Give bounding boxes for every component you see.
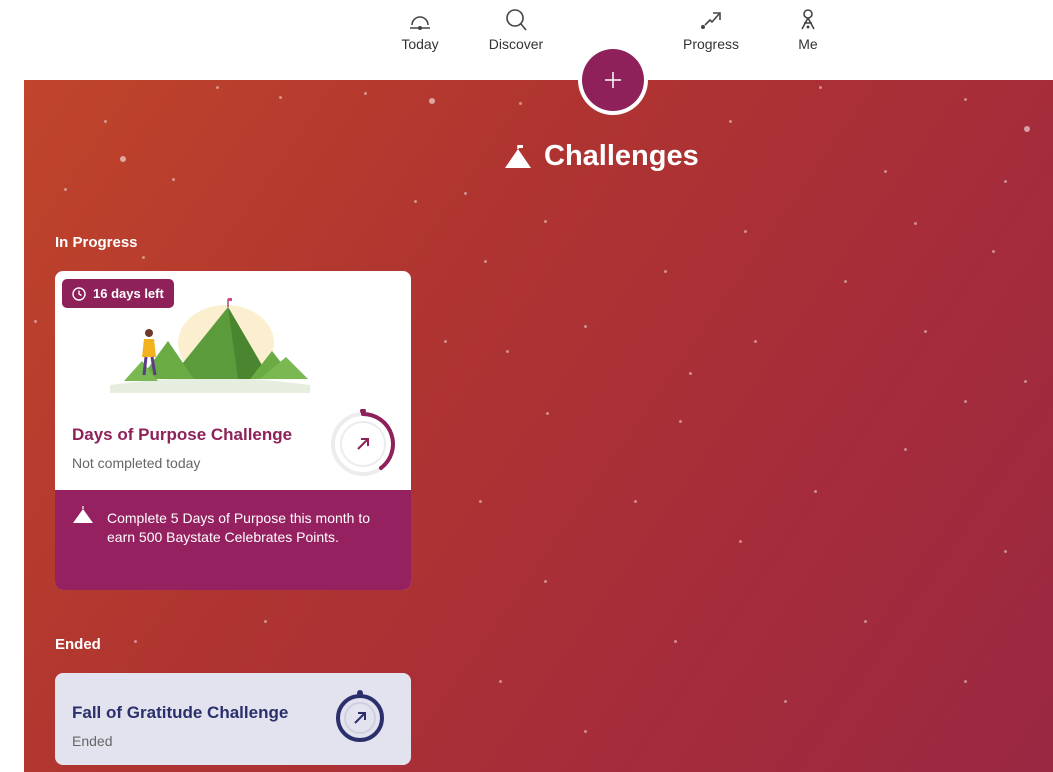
star-dot [784,700,787,703]
challenge-status: Ended [72,733,113,749]
challenge-description: Complete 5 Days of Purpose this month to… [107,510,371,545]
star-dot [546,412,549,415]
mountain-flag-icon [505,144,531,168]
star-dot [1024,380,1027,383]
star-dot [134,640,137,643]
star-dot [679,420,682,423]
nav-label-discover: Discover [488,36,544,52]
nav-item-progress[interactable]: Progress [674,8,748,52]
star-dot [992,250,995,253]
star-dot [429,98,435,104]
nav-item-me[interactable]: Me [786,8,830,52]
star-dot [1024,126,1030,132]
star-dot [754,340,757,343]
trend-arrow-icon [701,12,721,29]
star-dot [964,680,967,683]
section-label-in-progress: In Progress [55,234,138,251]
star-dot [414,200,417,203]
person-icon [801,9,815,30]
page-title: Challenges [504,140,699,173]
star-dot [814,490,817,493]
star-dot [844,280,847,283]
star-dot [104,120,107,123]
star-dot [1004,550,1007,553]
mountain-flag-icon [73,506,93,523]
challenges-panel: Challenges In Progress 16 days left Days… [24,80,1053,772]
add-button-circle [582,49,644,111]
star-dot [904,448,907,451]
mountain-illustration [110,298,310,393]
section-label-ended: Ended [55,636,101,653]
star-dot [142,256,145,259]
star-dot [664,270,667,273]
top-navigation: Today Discover Progress Me [0,0,1053,80]
star-dot [499,680,502,683]
star-dot [544,220,547,223]
sunrise-icon [410,16,430,30]
star-dot [914,222,917,225]
star-dot [964,98,967,101]
star-dot [444,340,447,343]
challenge-description-panel: Complete 5 Days of Purpose this month to… [55,490,411,590]
star-dot [464,192,467,195]
star-dot [744,230,747,233]
star-dot [729,120,732,123]
star-dot [884,170,887,173]
page-title-text: Challenges [544,140,699,172]
add-button[interactable] [578,45,648,115]
clock-icon [72,286,86,301]
star-dot [216,86,219,89]
star-dot [1004,180,1007,183]
nav-label-progress: Progress [682,36,740,52]
plus-icon [605,72,621,88]
challenge-card-days-of-purpose[interactable]: 16 days left Days of Purpose Challenge N… [55,271,411,590]
star-dot [819,86,822,89]
star-dot [864,620,867,623]
star-dot [924,330,927,333]
challenge-title: Fall of Gratitude Challenge [72,703,289,722]
nav-label-today: Today [401,36,439,52]
star-dot [584,730,587,733]
progress-ring-icon [331,409,395,476]
star-dot [264,620,267,623]
star-dot [964,400,967,403]
star-dot [739,540,742,543]
star-dot [479,500,482,503]
star-dot [484,260,487,263]
star-dot [506,350,509,353]
star-dot [64,188,67,191]
challenge-title: Days of Purpose Challenge [72,425,293,444]
ended-ring-icon [336,690,384,742]
star-dot [519,102,522,105]
star-dot [634,500,637,503]
nav-label-me: Me [798,36,818,52]
challenge-status: Not completed today [72,455,201,471]
search-icon [506,9,527,31]
star-dot [279,96,282,99]
star-dot [584,325,587,328]
star-dot [544,580,547,583]
star-dot [364,92,367,95]
star-dot [34,320,37,323]
star-dot [120,156,126,162]
nav-item-today[interactable]: Today [396,8,444,52]
star-dot [674,640,677,643]
star-dot [172,178,175,181]
star-dot [689,372,692,375]
nav-item-discover[interactable]: Discover [480,8,552,52]
challenge-card-fall-of-gratitude[interactable]: Fall of Gratitude Challenge Ended [55,673,411,765]
